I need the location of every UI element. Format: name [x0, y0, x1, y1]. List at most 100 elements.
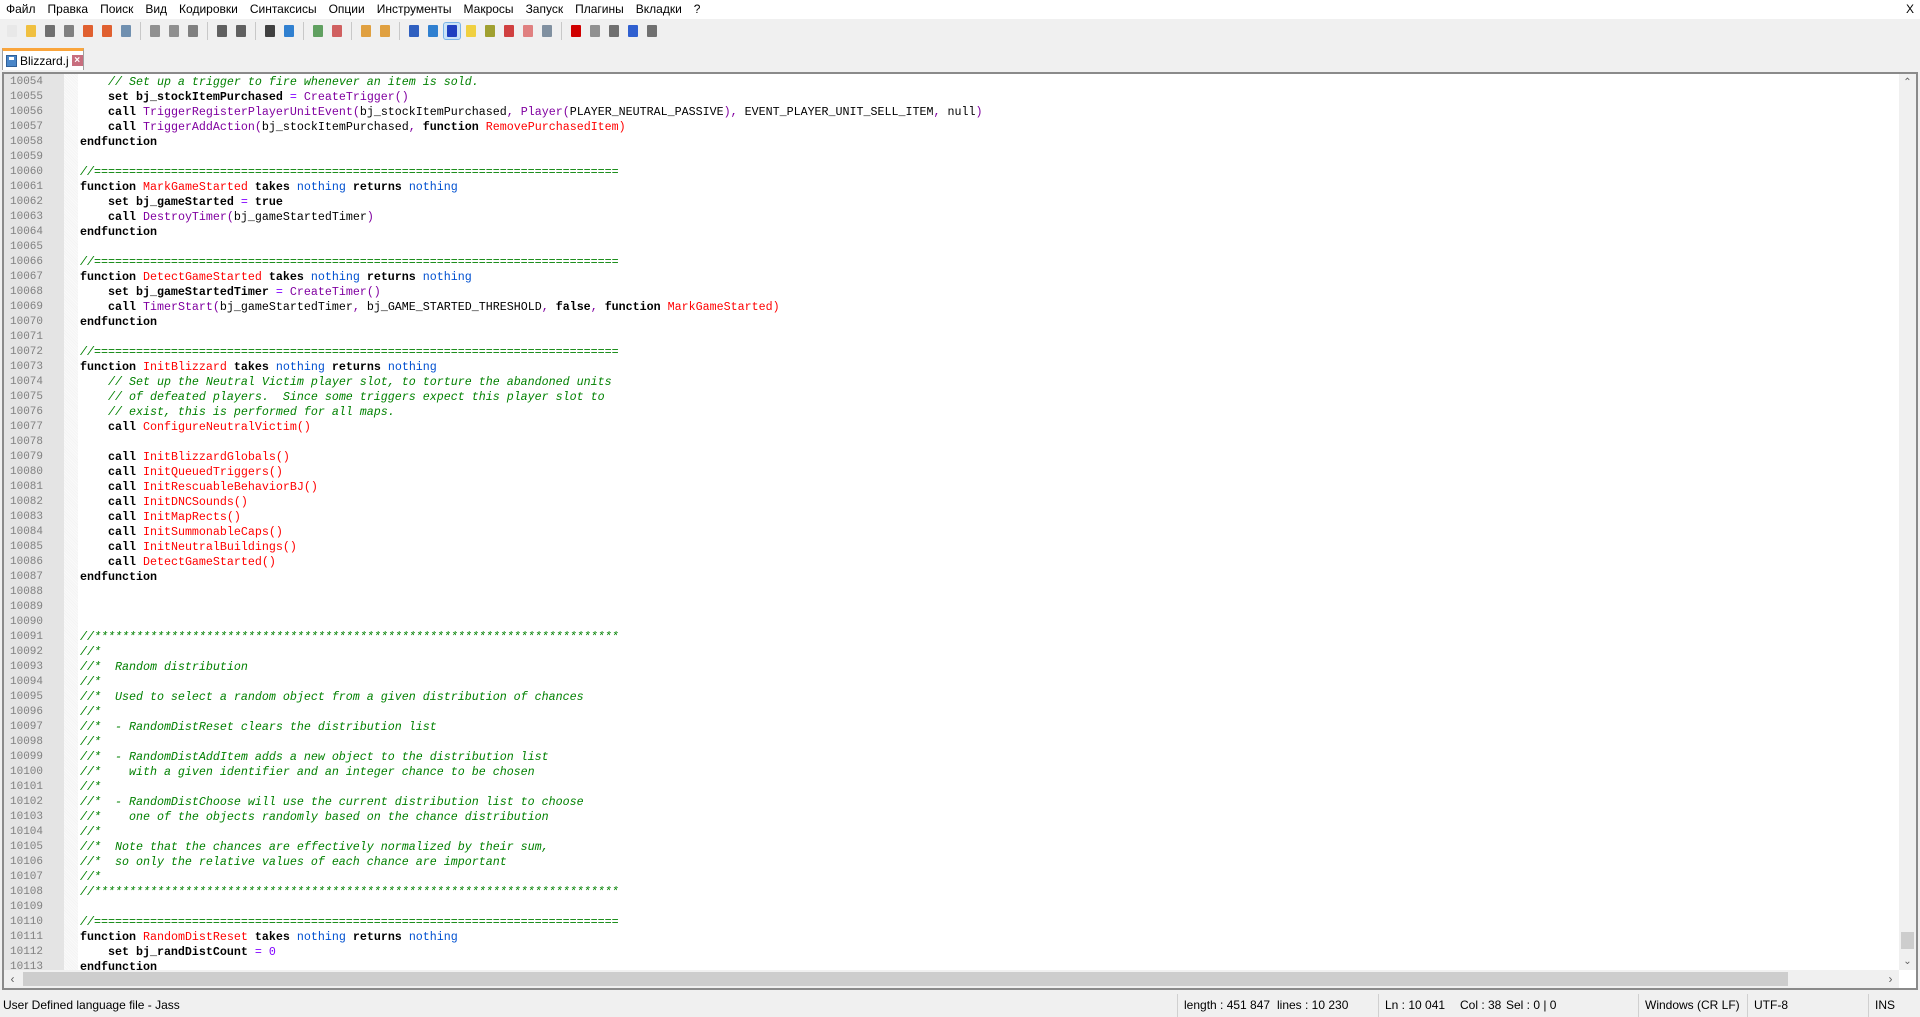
- code-editor[interactable]: 10054 // Set up a trigger to fire whenev…: [2, 72, 1918, 990]
- code-line[interactable]: 10100 //* with a given identifier and an …: [4, 765, 1884, 780]
- open-file-icon[interactable]: [23, 23, 39, 39]
- code-line[interactable]: 10106 //* so only the relative values of …: [4, 855, 1884, 870]
- menu-item[interactable]: Вкладки: [630, 0, 688, 19]
- menu-item[interactable]: Вид: [139, 0, 173, 19]
- zoom-out-icon[interactable]: [329, 23, 345, 39]
- word-wrap-icon[interactable]: [406, 23, 422, 39]
- menu-item[interactable]: Правка: [42, 0, 95, 19]
- code-line[interactable]: 10104 //*: [4, 825, 1884, 840]
- save-icon[interactable]: [42, 23, 58, 39]
- code-line[interactable]: 10089: [4, 600, 1884, 615]
- code-line[interactable]: 10077 call ConfigureNeutralVictim(): [4, 420, 1884, 435]
- print-icon[interactable]: [118, 23, 134, 39]
- code-line[interactable]: 10063 call DestroyTimer(bj_gameStartedTi…: [4, 210, 1884, 225]
- code-line[interactable]: 10061 function MarkGameStarted takes noth…: [4, 180, 1884, 195]
- run-macro-multiple-icon[interactable]: [625, 23, 641, 39]
- code-line[interactable]: 10084 call InitSummonableCaps(): [4, 525, 1884, 540]
- code-line[interactable]: 10064 endfunction: [4, 225, 1884, 240]
- code-line[interactable]: 10097 //* - RandomDistReset clears the di…: [4, 720, 1884, 735]
- code-line[interactable]: 10105 //* Note that the chances are effec…: [4, 840, 1884, 855]
- code-line[interactable]: 10057 call TriggerAddAction(bj_stockItem…: [4, 120, 1884, 135]
- menu-item[interactable]: Файл: [0, 0, 42, 19]
- redo-icon[interactable]: [233, 23, 249, 39]
- monitoring-icon[interactable]: [539, 23, 555, 39]
- code-line[interactable]: 10071: [4, 330, 1884, 345]
- replace-icon[interactable]: [281, 23, 297, 39]
- code-line[interactable]: 10067 function DetectGameStarted takes no…: [4, 270, 1884, 285]
- code-line[interactable]: 10082 call InitDNCSounds(): [4, 495, 1884, 510]
- code-line[interactable]: 10080 call InitQueuedTriggers(): [4, 465, 1884, 480]
- vertical-scroll-thumb[interactable]: [1901, 932, 1914, 949]
- code-line[interactable]: 10076 // exist, this is performed for al…: [4, 405, 1884, 420]
- code-line[interactable]: 10107 //*: [4, 870, 1884, 885]
- sync-horizontal-icon[interactable]: [377, 23, 393, 39]
- code-line[interactable]: 10081 call InitRescuableBehaviorBJ(): [4, 480, 1884, 495]
- code-line[interactable]: 10070 endfunction: [4, 315, 1884, 330]
- menu-item[interactable]: ?: [688, 0, 707, 19]
- show-all-chars-icon[interactable]: [425, 23, 441, 39]
- close-window-button[interactable]: X: [1906, 0, 1914, 19]
- code-line[interactable]: 10066 //=================================…: [4, 255, 1884, 270]
- copy-icon[interactable]: [166, 23, 182, 39]
- save-all-icon[interactable]: [61, 23, 77, 39]
- code-line[interactable]: 10103 //* one of the objects randomly bas…: [4, 810, 1884, 825]
- code-line[interactable]: 10075 // of defeated players. Since some…: [4, 390, 1884, 405]
- code-line[interactable]: 10098 //*: [4, 735, 1884, 750]
- sync-vertical-icon[interactable]: [358, 23, 374, 39]
- code-line[interactable]: 10092 //*: [4, 645, 1884, 660]
- code-line[interactable]: 10095 //* Used to select a random object …: [4, 690, 1884, 705]
- code-line[interactable]: 10058 endfunction: [4, 135, 1884, 150]
- menu-item[interactable]: Опции: [323, 0, 371, 19]
- code-line[interactable]: 10101 //*: [4, 780, 1884, 795]
- code-line[interactable]: 10068 set bj_gameStartedTimer = CreateTi…: [4, 285, 1884, 300]
- code-line[interactable]: 10112 set bj_randDistCount = 0: [4, 945, 1884, 960]
- scroll-down-icon[interactable]: ⌄: [1899, 953, 1916, 970]
- horizontal-scroll-thumb[interactable]: [23, 972, 1788, 986]
- record-macro-icon[interactable]: [568, 23, 584, 39]
- code-line[interactable]: 10109: [4, 900, 1884, 915]
- code-line[interactable]: 10102 //* - RandomDistChoose will use the…: [4, 795, 1884, 810]
- code-line[interactable]: 10086 call DetectGameStarted(): [4, 555, 1884, 570]
- code-line[interactable]: 10110 //=================================…: [4, 915, 1884, 930]
- play-macro-icon[interactable]: [606, 23, 622, 39]
- code-line[interactable]: 10094 //*: [4, 675, 1884, 690]
- code-lines[interactable]: 10054 // Set up a trigger to fire whenev…: [4, 75, 1884, 975]
- code-line[interactable]: 10056 call TriggerRegisterPlayerUnitEven…: [4, 105, 1884, 120]
- close-icon[interactable]: [80, 23, 96, 39]
- vertical-scrollbar[interactable]: ⌃ ⌄: [1899, 74, 1916, 970]
- code-line[interactable]: 10069 call TimerStart(bj_gameStartedTime…: [4, 300, 1884, 315]
- save-macro-icon[interactable]: [644, 23, 660, 39]
- scroll-right-icon[interactable]: ›: [1882, 970, 1899, 988]
- document-map-icon[interactable]: [482, 23, 498, 39]
- code-line[interactable]: 10078: [4, 435, 1884, 450]
- code-line[interactable]: 10093 //* Random distribution: [4, 660, 1884, 675]
- code-line[interactable]: 10111 function RandomDistReset takes noth…: [4, 930, 1884, 945]
- user-language-icon[interactable]: [463, 23, 479, 39]
- zoom-in-icon[interactable]: [310, 23, 326, 39]
- code-line[interactable]: 10072 //=================================…: [4, 345, 1884, 360]
- code-line[interactable]: 10108 //*********************************…: [4, 885, 1884, 900]
- code-line[interactable]: 10091 //*********************************…: [4, 630, 1884, 645]
- tab-blizzard-j[interactable]: Blizzard.j ×: [2, 48, 84, 70]
- find-icon[interactable]: [262, 23, 278, 39]
- code-line[interactable]: 10085 call InitNeutralBuildings(): [4, 540, 1884, 555]
- code-line[interactable]: 10096 //*: [4, 705, 1884, 720]
- indent-guide-icon[interactable]: [443, 22, 461, 40]
- code-line[interactable]: 10074 // Set up the Neutral Victim playe…: [4, 375, 1884, 390]
- stop-macro-icon[interactable]: [587, 23, 603, 39]
- close-all-icon[interactable]: [99, 23, 115, 39]
- code-line[interactable]: 10087 endfunction: [4, 570, 1884, 585]
- function-list-icon[interactable]: [501, 23, 517, 39]
- code-line[interactable]: 10062 set bj_gameStarted = true: [4, 195, 1884, 210]
- cut-icon[interactable]: [147, 23, 163, 39]
- scroll-left-icon[interactable]: ‹: [4, 970, 21, 988]
- menu-item[interactable]: Запуск: [520, 0, 570, 19]
- menu-item[interactable]: Макросы: [458, 0, 520, 19]
- code-line[interactable]: 10060 //=================================…: [4, 165, 1884, 180]
- menu-item[interactable]: Поиск: [94, 0, 139, 19]
- close-tab-icon[interactable]: ×: [71, 55, 83, 66]
- code-line[interactable]: 10088: [4, 585, 1884, 600]
- new-file-icon[interactable]: [4, 23, 20, 39]
- code-line[interactable]: 10055 set bj_stockItemPurchased = Create…: [4, 90, 1884, 105]
- horizontal-scrollbar[interactable]: ‹ ›: [4, 970, 1899, 988]
